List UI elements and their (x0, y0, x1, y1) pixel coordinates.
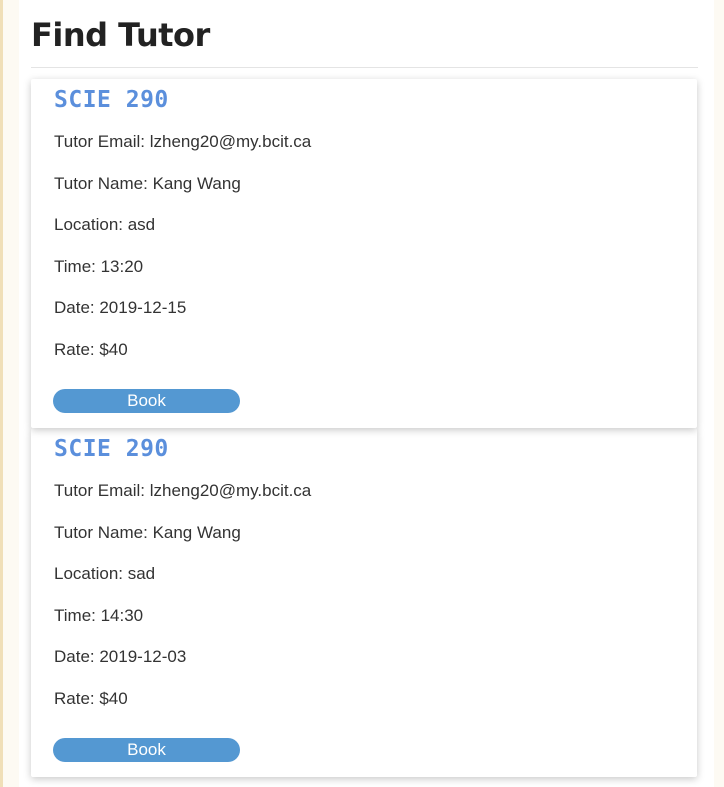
tutor-name: Tutor Name: Kang Wang (54, 174, 241, 193)
page-title: Find Tutor (31, 16, 210, 54)
tutor-location: Location: sad (54, 564, 156, 583)
tutor-time: Time: 13:20 (54, 257, 144, 276)
title-divider (31, 67, 698, 68)
tutor-card: SCIE 290 Tutor Email: lzheng20@my.bcit.c… (31, 79, 697, 428)
tutor-email: Tutor Email: lzheng20@my.bcit.ca (54, 481, 312, 500)
tutor-email: Tutor Email: lzheng20@my.bcit.ca (54, 132, 312, 151)
tutor-rate: Rate: $40 (54, 340, 128, 359)
tutor-rate: Rate: $40 (54, 689, 128, 708)
tutor-location: Location: asd (54, 215, 156, 234)
book-button[interactable]: Book (53, 389, 240, 413)
tutor-time: Time: 14:30 (54, 606, 144, 625)
tutor-card: SCIE 290 Tutor Email: lzheng20@my.bcit.c… (31, 428, 697, 777)
book-button[interactable]: Book (53, 738, 240, 762)
main-content: Find Tutor SCIE 290 Tutor Email: lzheng2… (19, 0, 714, 787)
page: Find Tutor SCIE 290 Tutor Email: lzheng2… (0, 0, 724, 787)
course-code: SCIE 290 (54, 87, 169, 113)
tutor-name: Tutor Name: Kang Wang (54, 523, 241, 542)
course-code: SCIE 290 (54, 436, 169, 462)
tutor-date: Date: 2019-12-03 (54, 647, 187, 666)
tutor-date: Date: 2019-12-15 (54, 298, 187, 317)
